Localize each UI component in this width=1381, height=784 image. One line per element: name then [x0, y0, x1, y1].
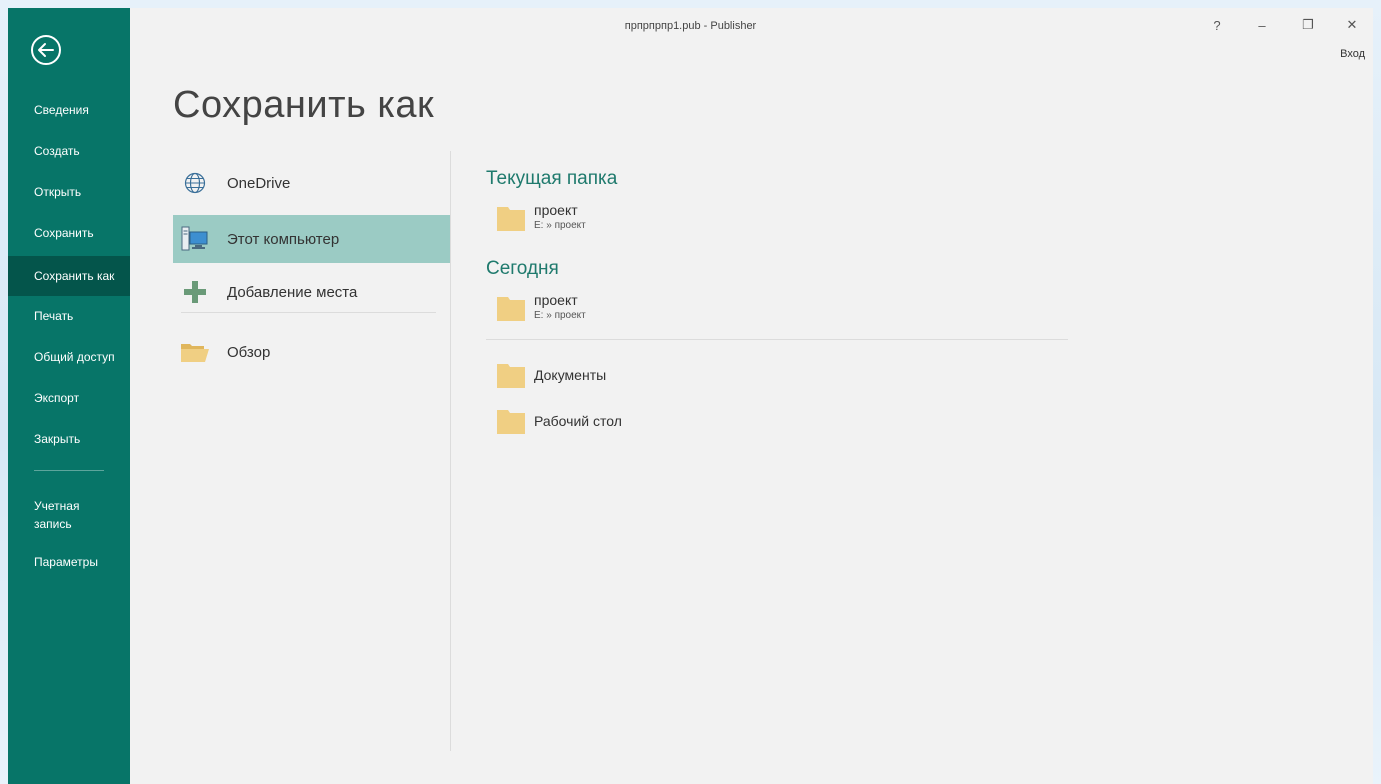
help-button[interactable]: ? [1206, 14, 1228, 36]
save-locations-list: OneDrive Этот компьютер Добавление места… [173, 153, 450, 753]
place-add-location[interactable]: Добавление места [173, 268, 450, 316]
nav-item-print[interactable]: Печать [8, 297, 130, 335]
publisher-window: Сведения Создать Открыть Сохранить Сохра… [8, 8, 1373, 784]
nav-item-save[interactable]: Сохранить [8, 214, 130, 252]
nav-item-label: Учетная запись [34, 499, 80, 531]
nav-item-label: Параметры [34, 555, 98, 569]
help-icon: ? [1213, 17, 1221, 33]
nav-divider [34, 470, 104, 471]
nav-item-label: Печать [34, 309, 74, 323]
close-button[interactable]: ✕ [1341, 14, 1363, 36]
place-label: OneDrive [227, 174, 291, 192]
minimize-icon: – [1258, 17, 1266, 33]
nav-item-label: Открыть [34, 185, 82, 199]
places-divider [181, 312, 436, 313]
folder-icon [497, 364, 525, 388]
folder-name: Документы [534, 366, 607, 383]
place-label: Обзор [227, 343, 271, 361]
page-title: Сохранить как [173, 84, 435, 126]
backstage-sidebar: Сведения Создать Открыть Сохранить Сохра… [8, 8, 130, 784]
recent-divider [486, 339, 1068, 340]
current-folder-heading: Текущая папка [486, 168, 618, 189]
folder-item-documents[interactable]: Документы [496, 361, 606, 389]
folder-item-current[interactable]: проект E: » проект [496, 202, 586, 233]
nav-item-label: Сохранить [34, 226, 94, 240]
plus-icon [177, 274, 213, 310]
nav-item-open[interactable]: Открыть [8, 173, 130, 211]
nav-item-label: Сведения [34, 103, 89, 117]
folder-icon [497, 296, 525, 321]
back-button[interactable] [30, 34, 62, 66]
folder-name: проект [534, 292, 578, 308]
globe-icon [177, 165, 213, 201]
computer-icon [177, 221, 213, 257]
nav-item-options[interactable]: Параметры [8, 543, 130, 581]
nav-item-export[interactable]: Экспорт [8, 379, 130, 417]
close-icon: ✕ [1346, 17, 1358, 32]
nav-item-label: Общий доступ [34, 350, 115, 364]
today-heading: Сегодня [486, 258, 559, 279]
nav-item-info[interactable]: Сведения [8, 91, 130, 129]
nav-item-label: Сохранить как [34, 269, 115, 283]
place-label: Добавление места [227, 283, 358, 301]
column-divider [450, 151, 451, 751]
place-this-pc[interactable]: Этот компьютер [173, 215, 450, 263]
nav-item-label: Закрыть [34, 432, 81, 446]
signin-link[interactable]: Вход [1340, 48, 1365, 60]
place-label: Этот компьютер [227, 230, 340, 248]
place-browse[interactable]: Обзор [173, 328, 450, 376]
window-title: прпрпрпр1.pub - Publisher [624, 20, 757, 32]
nav-item-account[interactable]: Учетная запись [8, 492, 118, 538]
back-arrow-icon [31, 35, 61, 65]
folder-path: E: » проект [534, 220, 586, 231]
nav-item-label: Создать [34, 144, 80, 158]
nav-item-new[interactable]: Создать [8, 132, 130, 170]
folder-name: проект [534, 202, 578, 218]
folder-path: E: » проект [534, 310, 586, 321]
folder-open-icon [177, 334, 213, 370]
nav-item-save-as[interactable]: Сохранить как [8, 256, 130, 296]
folder-icon [497, 206, 525, 231]
folder-item-desktop[interactable]: Рабочий стол [496, 407, 622, 435]
folder-icon [497, 410, 525, 434]
nav-item-close[interactable]: Закрыть [8, 420, 130, 458]
place-onedrive[interactable]: OneDrive [173, 159, 450, 207]
minimize-button[interactable]: – [1251, 14, 1273, 36]
restore-button[interactable]: ❐ [1297, 14, 1319, 36]
restore-icon: ❐ [1302, 17, 1314, 32]
folder-item-today[interactable]: проект E: » проект [496, 292, 586, 323]
nav-item-share[interactable]: Общий доступ [8, 338, 130, 376]
nav-item-label: Экспорт [34, 391, 80, 405]
folder-name: Рабочий стол [534, 412, 622, 429]
